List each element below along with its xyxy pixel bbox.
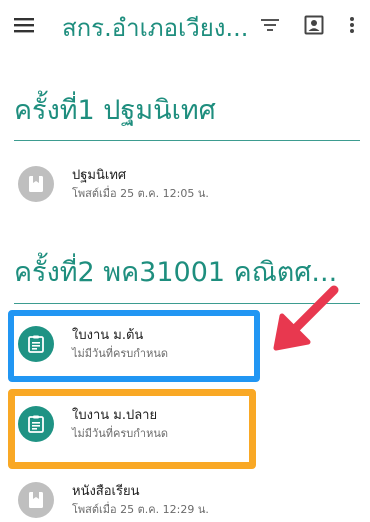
annotation-arrow-icon	[273, 285, 339, 351]
list-item-textbook[interactable]: หนังสือเรียน โพสต์เมื่อ 25 ต.ค. 12:29 น.	[18, 478, 348, 522]
highlight-box-blue	[8, 310, 260, 382]
more-vert-icon[interactable]	[344, 12, 360, 38]
app-bar: สกร.อำเภอเวียง...	[0, 0, 370, 50]
menu-icon[interactable]	[10, 12, 38, 38]
topic-divider	[14, 140, 360, 141]
item-subtitle: โพสต์เมื่อ 25 ต.ค. 12:29 น.	[72, 503, 209, 516]
material-icon	[18, 482, 54, 518]
class-title: สกร.อำเภอเวียง...	[62, 14, 249, 42]
item-subtitle: โพสต์เมื่อ 25 ต.ค. 12:05 น.	[72, 187, 209, 200]
item-title: หนังสือเรียน	[72, 484, 140, 499]
topic-title: ครั้งที่1 ปฐมนิเทศ	[14, 95, 216, 126]
material-icon	[18, 166, 54, 202]
list-item-orientation[interactable]: ปฐมนิเทศ โพสต์เมื่อ 25 ต.ค. 12:05 น.	[18, 162, 348, 212]
item-title: ปฐมนิเทศ	[72, 168, 127, 183]
account-box-icon[interactable]	[302, 12, 326, 38]
filter-icon[interactable]	[258, 13, 282, 37]
highlight-box-orange	[8, 389, 256, 469]
